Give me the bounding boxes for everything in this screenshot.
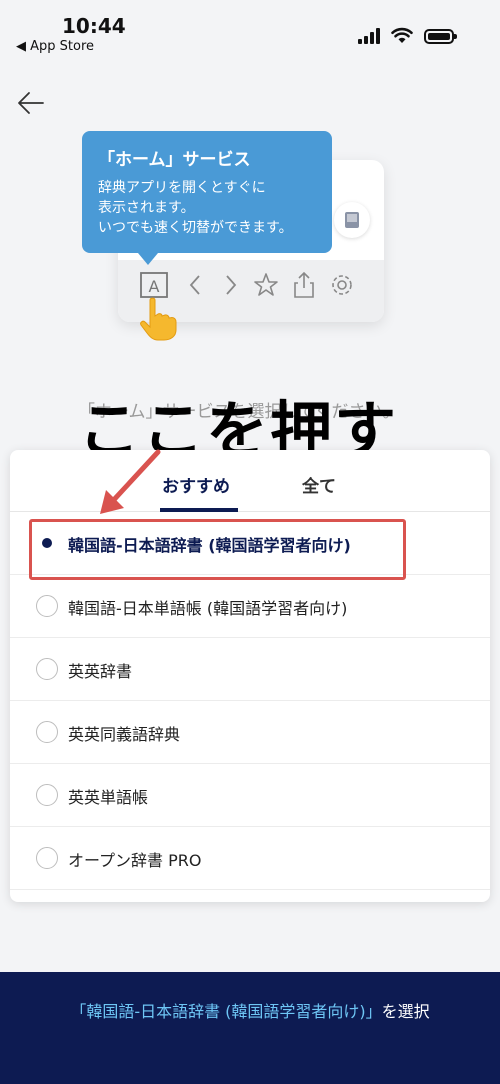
tooltip-line: 辞典アプリを開くとすぐに <box>98 180 266 196</box>
option-label: 英英同義語辞典 <box>68 725 181 744</box>
share-icon <box>294 271 314 298</box>
tooltip-line: 表示されます。 <box>98 200 195 216</box>
radio-icon[interactable] <box>36 721 58 743</box>
highlight-box <box>29 519 406 580</box>
cellular-signal-icon <box>358 28 384 44</box>
red-arrow-icon <box>100 449 161 514</box>
tooltip-line: いつでも速く切替ができます。 <box>98 220 293 236</box>
tab-all[interactable]: 全て <box>302 472 336 497</box>
option-korean-japanese-wordbook[interactable]: 韓国語-日本単語帳 (韓国語学習者向け) <box>10 575 490 638</box>
back-to-app-store-link[interactable]: ◀ App Store <box>16 39 94 54</box>
star-icon <box>254 273 278 296</box>
battery-icon <box>424 29 457 44</box>
footer-suffix: を選択 <box>381 1002 430 1021</box>
radio-icon[interactable] <box>36 847 58 869</box>
wifi-icon <box>391 27 413 43</box>
option-english-wordbook[interactable]: 英英単語帳 <box>10 764 490 827</box>
radio-icon[interactable] <box>36 784 58 806</box>
footer-confirm-text[interactable]: 「韓国語-日本語辞書 (韓国語学習者向け)」を選択 <box>0 998 500 1022</box>
radio-icon[interactable] <box>36 595 58 617</box>
home-service-tooltip: 「ホーム」サービス 辞典アプリを開くとすぐに 表示されます。 いつでも速く切替が… <box>82 131 332 265</box>
option-english-thesaurus[interactable]: 英英同義語辞典 <box>10 701 490 764</box>
gear-icon <box>332 275 352 295</box>
tooltip-title: 「ホーム」サービス <box>98 150 251 170</box>
tab-recommended[interactable]: おすすめ <box>162 472 230 497</box>
tab-bar: おすすめ 全て <box>10 450 490 512</box>
option-english-dictionary[interactable]: 英英辞書 <box>10 638 490 701</box>
option-label: 韓国語-日本単語帳 (韓国語学習者向け) <box>68 599 348 618</box>
chevron-right-icon <box>226 275 237 295</box>
footer-selected-name: 「韓国語-日本語辞書 (韓国語学習者向け)」 <box>70 1002 382 1021</box>
footer-bar[interactable]: 「韓国語-日本語辞書 (韓国語学習者向け)」を選択 <box>0 972 500 1084</box>
option-label: 英英単語帳 <box>68 788 149 807</box>
chevron-left-icon <box>189 275 200 295</box>
status-time: 10:44 <box>62 14 126 38</box>
book-icon <box>334 202 370 238</box>
home-icon-letter: A <box>149 277 160 296</box>
status-bar: 10:44 ◀ App Store <box>0 0 500 64</box>
option-label: オープン辞書 PRO <box>68 851 202 870</box>
pointing-hand-icon <box>140 297 177 341</box>
option-open-dictionary-pro[interactable]: オープン辞書 PRO <box>10 827 490 890</box>
option-label: 英英辞書 <box>68 662 133 681</box>
dictionary-selection-sheet: おすすめ 全て 韓国語-日本語辞書 (韓国語学習者向け) 韓国語-日本単語帳 (… <box>10 450 490 902</box>
radio-icon[interactable] <box>36 658 58 680</box>
back-arrow-icon[interactable] <box>16 88 46 118</box>
